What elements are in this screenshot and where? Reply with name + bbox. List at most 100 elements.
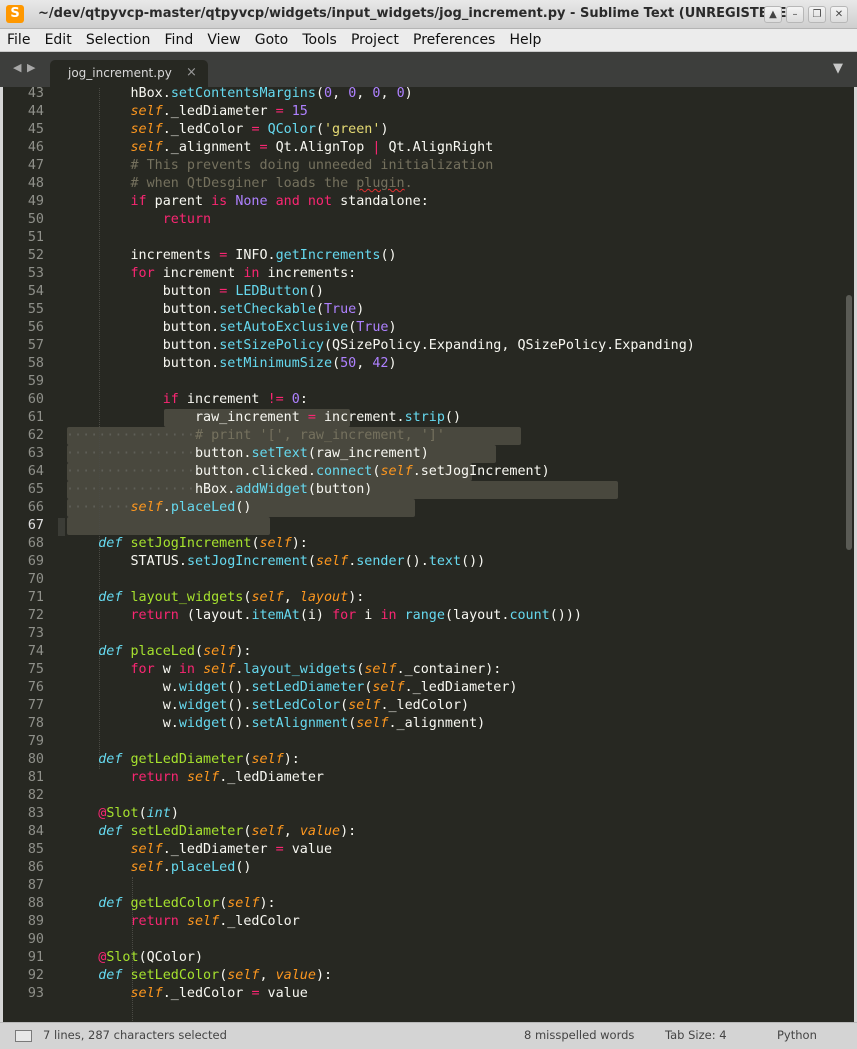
code-line[interactable]: self.placeLed() (66, 859, 252, 877)
line-number: 69 (27, 554, 44, 569)
line-number: 61 (27, 410, 44, 425)
line-number: 90 (27, 932, 44, 947)
code-line[interactable]: if increment != 0: (66, 391, 308, 409)
code-line[interactable]: @Slot(int) (66, 805, 179, 823)
title-bar: S ~/dev/qtpyvcp-master/qtpyvcp/widgets/i… (0, 0, 857, 29)
menu-edit[interactable]: Edit (42, 29, 75, 51)
code-area[interactable]: hBox.setContentsMargins(0, 0, 0, 0) self… (66, 87, 836, 1022)
tab-nav-left-icon[interactable]: ◀ (13, 61, 21, 74)
code-line[interactable]: raw_increment = increment.strip() (66, 409, 461, 427)
code-line[interactable]: self._ledDiameter = value (66, 841, 333, 859)
line-number: 85 (27, 842, 44, 857)
code-line[interactable]: self._alignment = Qt.AlignTop | Qt.Align… (66, 139, 494, 157)
code-line[interactable]: button.setSizePolicy(QSizePolicy.Expandi… (66, 337, 695, 355)
line-number: 66 (27, 500, 44, 515)
code-line[interactable]: w.widget().setLedColor(self._ledColor) (66, 697, 469, 715)
code-line[interactable]: @Slot(QColor) (66, 949, 203, 967)
code-line[interactable]: return self._ledDiameter (66, 769, 325, 787)
tab-nav-right-icon[interactable]: ▶ (27, 61, 35, 74)
code-line[interactable]: w.widget().setAlignment(self._alignment) (66, 715, 486, 733)
code-line[interactable]: hBox.setContentsMargins(0, 0, 0, 0) (66, 87, 412, 103)
scrollbar[interactable] (844, 87, 854, 1022)
menu-preferences[interactable]: Preferences (410, 29, 498, 51)
code-line[interactable]: def getLedColor(self): (66, 895, 275, 913)
line-number: 84 (27, 824, 44, 839)
code-line[interactable]: ········self.placeLed() (66, 499, 251, 517)
line-number: 72 (27, 608, 44, 623)
tab-close-icon[interactable]: × (186, 65, 197, 80)
code-line[interactable]: ················hBox.addWidget(button) (66, 481, 372, 499)
menu-find[interactable]: Find (162, 29, 197, 51)
line-number: 63 (27, 446, 44, 461)
selection-highlight (67, 517, 270, 535)
line-number: 43 (27, 87, 44, 101)
line-number: 74 (27, 644, 44, 659)
code-line[interactable]: button.setAutoExclusive(True) (66, 319, 397, 337)
code-line[interactable]: button = LEDButton() (66, 283, 324, 301)
code-line[interactable]: return (66, 211, 211, 229)
spelling-status[interactable]: 8 misspelled words (524, 1028, 634, 1042)
code-line[interactable]: return (layout.itemAt(i) for i in range(… (66, 607, 583, 625)
line-number: 87 (27, 878, 44, 893)
window-up-button[interactable]: ▲ (764, 6, 782, 23)
window-restore-button[interactable]: ❐ (808, 6, 826, 23)
line-number: 58 (27, 356, 44, 371)
code-line[interactable]: def placeLed(self): (66, 643, 251, 661)
code-line[interactable]: self._ledColor = value (66, 985, 308, 1003)
scrollbar-thumb[interactable] (846, 295, 852, 550)
code-line[interactable]: w.widget().setLedDiameter(self._ledDiame… (66, 679, 518, 697)
menu-file[interactable]: File (4, 29, 33, 51)
code-line[interactable]: if parent is None and not standalone: (66, 193, 429, 211)
code-line[interactable]: # This prevents doing unneeded initializ… (66, 157, 494, 175)
window-title: ~/dev/qtpyvcp-master/qtpyvcp/widgets/inp… (38, 6, 804, 21)
line-number: 48 (27, 176, 44, 191)
code-line[interactable]: for increment in increments: (66, 265, 357, 283)
line-number: 83 (27, 806, 44, 821)
code-line[interactable]: STATUS.setJogIncrement(self.sender().tex… (66, 553, 485, 571)
code-line[interactable]: button.setMinimumSize(50, 42) (66, 355, 397, 373)
code-line[interactable]: ················button.setText(raw_incre… (66, 445, 429, 463)
code-line[interactable]: ················button.clicked.connect(s… (66, 463, 550, 481)
line-number: 71 (27, 590, 44, 605)
tab-size-status[interactable]: Tab Size: 4 (665, 1028, 727, 1042)
syntax-status[interactable]: Python (777, 1028, 817, 1042)
line-number: 68 (27, 536, 44, 551)
line-number: 44 (27, 104, 44, 119)
menu-view[interactable]: View (204, 29, 243, 51)
code-line[interactable]: increments = INFO.getIncrements() (66, 247, 396, 265)
line-number: 53 (27, 266, 44, 281)
code-line[interactable]: # when QtDesginer loads the plugin. (66, 175, 413, 193)
window-close-button[interactable]: ✕ (830, 6, 848, 23)
code-line[interactable]: for w in self.layout_widgets(self._conta… (66, 661, 502, 679)
menu-tools[interactable]: Tools (299, 29, 340, 51)
code-line[interactable]: self._ledColor = QColor('green') (66, 121, 389, 139)
line-number: 75 (27, 662, 44, 677)
line-number: 64 (27, 464, 44, 479)
code-line[interactable]: button.setCheckable(True) (66, 301, 365, 319)
menu-selection[interactable]: Selection (83, 29, 154, 51)
panel-toggle-icon[interactable] (15, 1030, 32, 1042)
code-line[interactable]: def setLedDiameter(self, value): (66, 823, 356, 841)
line-number: 70 (27, 572, 44, 587)
code-line[interactable]: def setJogIncrement(self): (66, 535, 308, 553)
code-line[interactable]: return self._ledColor (66, 913, 300, 931)
menu-goto[interactable]: Goto (252, 29, 291, 51)
menu-project[interactable]: Project (348, 29, 402, 51)
code-editor[interactable]: 43 44 45 46 47 48 49 50 51 52 53 54 55 56 57 58 59 60 61 62… (3, 87, 854, 1022)
code-line[interactable]: def setLedColor(self, value): (66, 967, 332, 985)
code-line[interactable]: self._ledDiameter = 15 (66, 103, 308, 121)
line-number: 88 (27, 896, 44, 911)
code-line[interactable]: ················# print '[', raw_increme… (66, 427, 445, 445)
line-number: 45 (27, 122, 44, 137)
code-line[interactable]: def getLedDiameter(self): (66, 751, 300, 769)
line-number-gutter: 43 44 45 46 47 48 49 50 51 52 53 54 55 56 57 58 59 60 61 62… (3, 87, 58, 1022)
code-line[interactable]: def layout_widgets(self, layout): (66, 589, 364, 607)
line-number: 59 (27, 374, 44, 389)
line-number: 47 (27, 158, 44, 173)
line-number: 92 (27, 968, 44, 983)
menu-help[interactable]: Help (507, 29, 545, 51)
tab-dropdown-icon[interactable]: ▼ (833, 61, 843, 76)
tab-jog-increment[interactable]: jog_increment.py × (50, 60, 208, 87)
line-number: 52 (27, 248, 44, 263)
window-minimize-button[interactable]: – (786, 6, 804, 23)
